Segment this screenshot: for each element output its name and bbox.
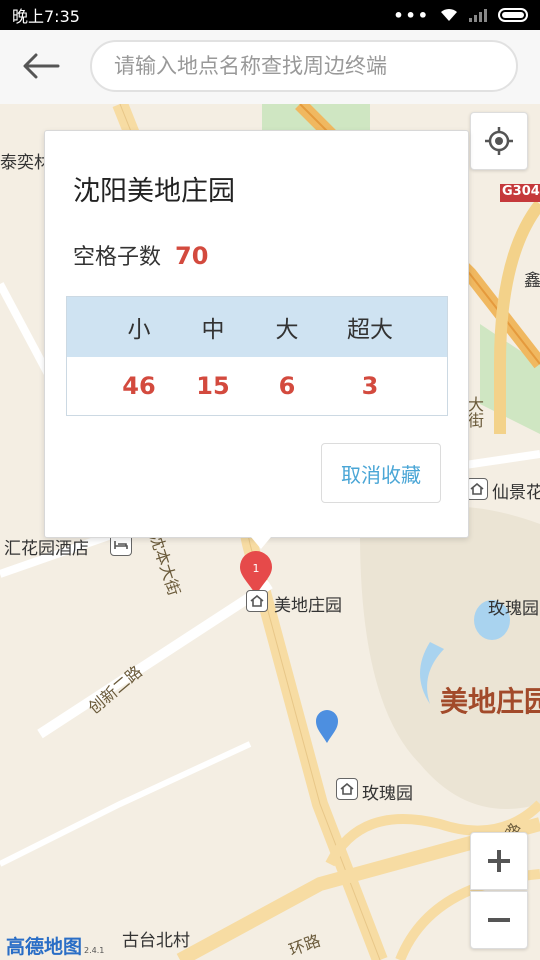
size-header-cell: 超大 bbox=[347, 317, 393, 343]
zoom-in-button[interactable] bbox=[470, 832, 528, 890]
size-value-cell: 3 bbox=[361, 372, 379, 400]
map-view[interactable]: 泰奕材 G304 鑫 大街 仙景花 汇花园酒店 沈本大街 1 美地庄园 玫瑰园 … bbox=[0, 104, 540, 960]
map-marker-blue[interactable] bbox=[314, 708, 340, 744]
plus-icon bbox=[488, 850, 510, 872]
map-label: 玫瑰园 bbox=[488, 599, 539, 619]
size-table-header: 小 中 大 超大 bbox=[67, 297, 447, 357]
size-header-cell: 小 bbox=[127, 317, 151, 343]
search-input[interactable] bbox=[114, 54, 516, 78]
size-value-cell: 6 bbox=[278, 372, 296, 400]
map-label: 古台北村 bbox=[122, 931, 190, 951]
more-dots-icon: ••• bbox=[393, 5, 430, 25]
minus-icon bbox=[488, 918, 510, 922]
size-table-row: 46 15 6 3 bbox=[67, 357, 447, 415]
size-value-cell: 15 bbox=[196, 372, 230, 400]
terminal-info-card: 沈阳美地庄园 空格子数 70 小 中 大 超大 46 15 6 3 取消收藏 bbox=[44, 130, 469, 549]
wifi-icon bbox=[441, 8, 457, 21]
size-header-cell: 大 bbox=[275, 317, 299, 343]
map-label: 美地庄园 bbox=[274, 596, 342, 616]
signal-icon bbox=[469, 9, 487, 22]
top-bar bbox=[0, 30, 540, 104]
size-table: 小 中 大 超大 46 15 6 3 bbox=[66, 296, 448, 416]
locate-button[interactable] bbox=[470, 112, 528, 170]
back-arrow-icon bbox=[23, 53, 60, 79]
poi-home-icon bbox=[466, 478, 488, 500]
empty-count-label: 空格子数 bbox=[73, 245, 162, 270]
status-time: 晚上7:35 bbox=[12, 7, 80, 26]
card-title: 沈阳美地庄园 bbox=[73, 176, 235, 207]
logo-text: 高德地图 bbox=[6, 936, 83, 958]
back-button[interactable] bbox=[18, 48, 64, 84]
map-logo: 高德地图 2.4.1 bbox=[6, 932, 104, 959]
size-value-cell: 46 bbox=[122, 372, 156, 400]
battery-icon bbox=[498, 8, 528, 22]
map-label: 仙景花 bbox=[492, 483, 540, 503]
status-icons: ••• bbox=[393, 6, 528, 25]
status-bar: 晚上7:35 ••• bbox=[0, 0, 540, 30]
poi-home-icon bbox=[336, 778, 358, 800]
district-label: 美地庄园 bbox=[440, 685, 540, 718]
highway-shield: G304 bbox=[502, 184, 540, 199]
map-label: 鑫 bbox=[524, 271, 540, 291]
empty-count-row: 空格子数 70 bbox=[73, 239, 208, 271]
marker-number: 1 bbox=[253, 562, 260, 575]
poi-home-icon bbox=[246, 590, 268, 612]
map-label: 玫瑰园 bbox=[362, 784, 413, 804]
zoom-out-button[interactable] bbox=[470, 891, 528, 949]
empty-count-value: 70 bbox=[175, 242, 209, 270]
locate-crosshair-icon bbox=[485, 127, 513, 155]
unfavorite-button[interactable]: 取消收藏 bbox=[321, 443, 441, 503]
logo-version: 2.4.1 bbox=[84, 946, 105, 955]
search-box[interactable] bbox=[90, 40, 518, 92]
size-header-cell: 中 bbox=[201, 317, 225, 343]
